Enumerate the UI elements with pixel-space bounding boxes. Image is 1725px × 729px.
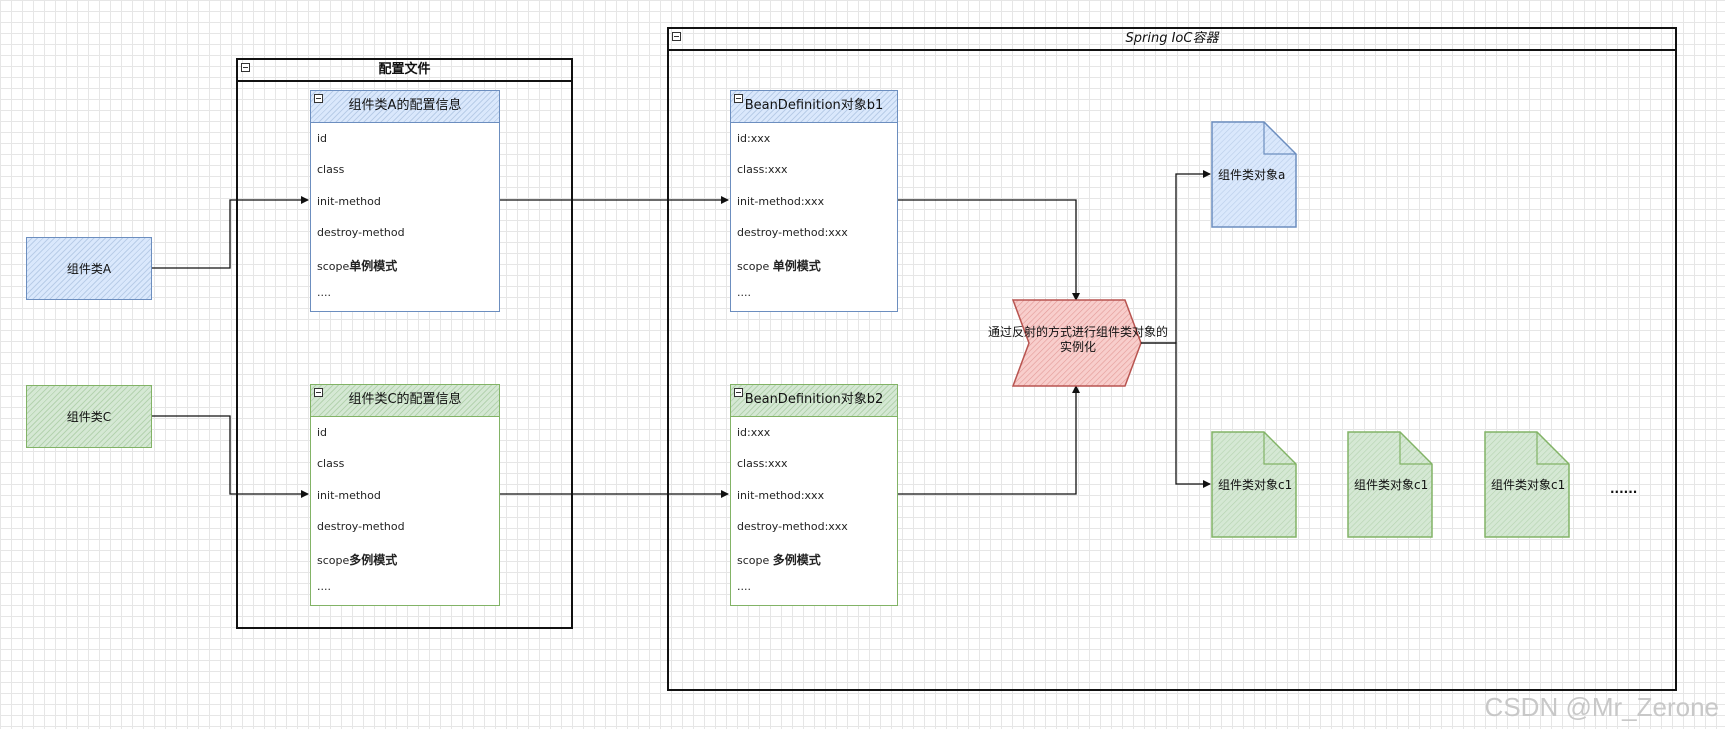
scope-value: 单例模式 [772, 259, 821, 273]
bean-row-destroy-method: destroy-method:xxx [737, 520, 848, 533]
config-table-a[interactable]: 组件类A的配置信息 id class init-method destroy-m… [310, 90, 500, 312]
config-file-title: 配置文件 [238, 60, 571, 82]
config-row-destroy-method: destroy-method [317, 226, 405, 239]
config-row-init-method: init-method [317, 195, 381, 208]
config-row-ellipsis: .... [317, 580, 331, 593]
config-row-id: id [317, 132, 328, 145]
bean-row-ellipsis: .... [737, 286, 751, 299]
bean-row-id: id:xxx [737, 426, 771, 439]
bean-row-scope: scope 多例模式 [737, 553, 821, 567]
object-c3-label: 组件类对象c1 [1491, 478, 1566, 492]
bean-definition-b2[interactable]: BeanDefinition对象b2 id:xxx class:xxx init… [730, 384, 898, 606]
ioc-container-title: Spring IoC容器 [669, 29, 1675, 51]
more-objects-ellipsis: ...... [1610, 482, 1638, 496]
config-row-class: class [317, 163, 345, 176]
component-c-label: 组件类C [66, 410, 112, 424]
collapse-icon[interactable] [672, 32, 681, 41]
collapse-icon[interactable] [314, 94, 323, 103]
config-row-init-method: init-method [317, 489, 381, 502]
bean-row-init-method: init-method:xxx [737, 195, 825, 208]
object-c1-label: 组件类对象c1 [1218, 478, 1293, 492]
object-a-label: 组件类对象a [1218, 168, 1286, 182]
component-a-box[interactable]: 组件类A [26, 237, 152, 300]
component-c-box[interactable]: 组件类C [26, 385, 152, 448]
process-step-label: 通过反射的方式进行组件类对象的 实例化 [987, 325, 1168, 354]
bean-row-scope: scope 单例模式 [737, 259, 821, 273]
config-row-scope: scope单例模式 [317, 259, 398, 273]
bean-row-class: class:xxx [737, 457, 788, 470]
bean-row-destroy-method: destroy-method:xxx [737, 226, 848, 239]
config-row-id: id [317, 426, 328, 439]
collapse-icon[interactable] [241, 63, 250, 72]
config-row-scope: scope多例模式 [317, 553, 398, 567]
bean-row-id: id:xxx [737, 132, 771, 145]
config-row-ellipsis: .... [317, 286, 331, 299]
scope-value: 多例模式 [349, 553, 398, 567]
bean-row-init-method: init-method:xxx [737, 489, 825, 502]
config-table-c[interactable]: 组件类C的配置信息 id class init-method destroy-m… [310, 384, 500, 606]
collapse-icon[interactable] [734, 388, 743, 397]
config-row-destroy-method: destroy-method [317, 520, 405, 533]
bean-definition-b2-header: BeanDefinition对象b2 [731, 385, 897, 417]
bean-row-ellipsis: .... [737, 580, 751, 593]
bean-definition-b1-header: BeanDefinition对象b1 [731, 91, 897, 123]
collapse-icon[interactable] [314, 388, 323, 397]
collapse-icon[interactable] [734, 94, 743, 103]
bean-definition-b1[interactable]: BeanDefinition对象b1 id:xxx class:xxx init… [730, 90, 898, 312]
scope-value: 单例模式 [349, 259, 398, 273]
csdn-watermark: CSDN @Mr_Zerone [1484, 692, 1719, 722]
config-table-a-header: 组件类A的配置信息 [311, 91, 499, 123]
object-c2-label: 组件类对象c1 [1354, 478, 1429, 492]
config-row-class: class [317, 457, 345, 470]
component-a-label: 组件类A [66, 262, 112, 276]
bean-row-class: class:xxx [737, 163, 788, 176]
scope-value: 多例模式 [772, 553, 821, 567]
config-table-c-header: 组件类C的配置信息 [311, 385, 499, 417]
